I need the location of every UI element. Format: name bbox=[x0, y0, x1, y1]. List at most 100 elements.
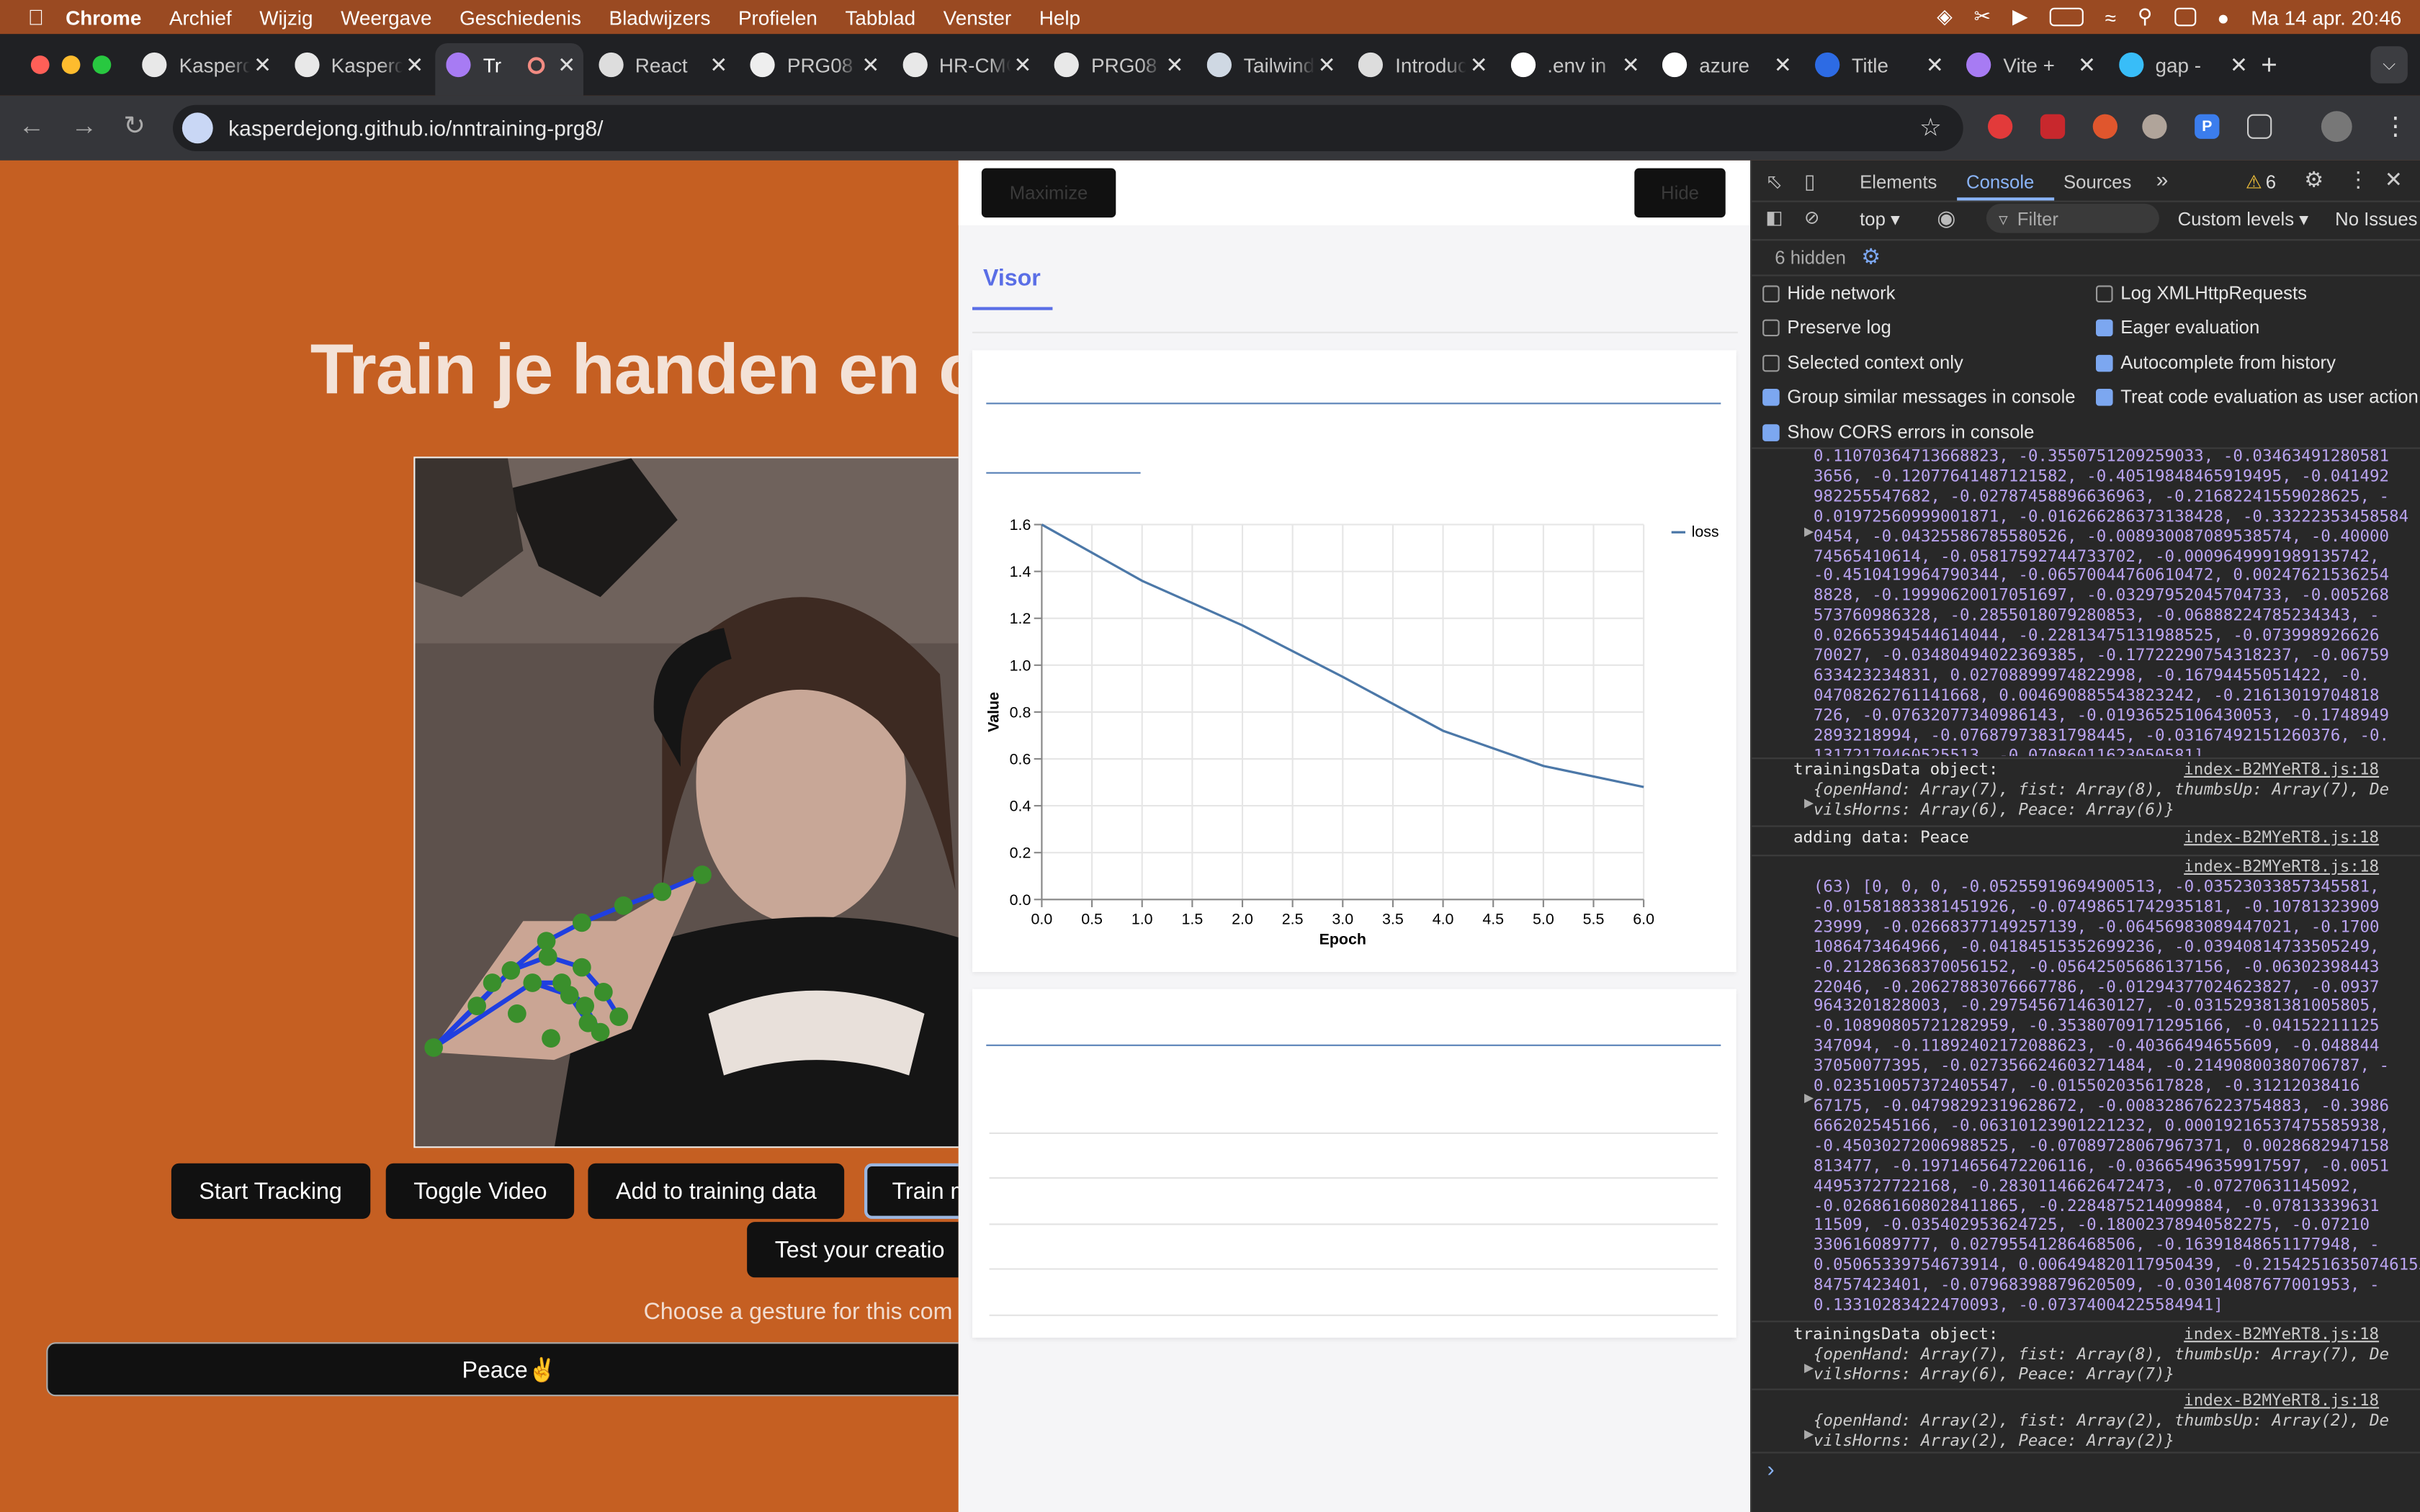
clock-datetime[interactable]: Ma 14 apr. 20:46 bbox=[2251, 6, 2401, 29]
tab-14[interactable]: gap - ✕ bbox=[2118, 46, 2248, 83]
status-app-icon[interactable]: ◈ bbox=[1937, 4, 1952, 29]
tab-close-icon[interactable]: ✕ bbox=[1926, 52, 1944, 78]
close-devtools-icon[interactable]: ✕ bbox=[2385, 166, 2403, 192]
devtools-settings-icon[interactable]: ⚙ bbox=[2304, 166, 2323, 192]
tab-12[interactable]: Title ✕ bbox=[1814, 46, 1944, 83]
tab-close-icon[interactable]: ✕ bbox=[1013, 52, 1031, 78]
close-window-icon[interactable] bbox=[30, 55, 50, 74]
extension-p-icon[interactable]: P bbox=[2195, 114, 2220, 139]
console-source-link[interactable]: index-B2MYeRT8.js:18 bbox=[2184, 829, 2379, 847]
console-log-array[interactable]: (63) [0, 0, 0, -0.05255919694900513, -0.… bbox=[1814, 878, 2420, 1319]
bookmark-star-icon[interactable]: ☆ bbox=[1919, 112, 1942, 143]
more-tabs-icon[interactable]: » bbox=[2156, 166, 2169, 191]
train-model-button[interactable]: Train m bbox=[864, 1163, 959, 1219]
console-log-array[interactable]: 0.11070364713668823, -0.3550751209259033… bbox=[1814, 447, 2408, 756]
tab-close-icon[interactable]: ✕ bbox=[254, 52, 272, 78]
menu-item-archief[interactable]: Archief bbox=[169, 6, 232, 29]
preserve-log-checkbox[interactable] bbox=[1762, 319, 1780, 337]
menu-item-venster[interactable]: Venster bbox=[944, 6, 1011, 29]
toggle-video-button[interactable]: Toggle Video bbox=[385, 1163, 575, 1219]
menu-item-bladwijzers[interactable]: Bladwijzers bbox=[609, 6, 710, 29]
tab-3[interactable]: Tr ✕ bbox=[446, 46, 575, 83]
site-info-icon[interactable] bbox=[182, 112, 213, 144]
menu-item-weergave[interactable]: Weergave bbox=[341, 6, 431, 29]
tab-13[interactable]: Vite + ✕ bbox=[1966, 46, 2096, 83]
console-settings-gear-icon[interactable]: ⚙ bbox=[1861, 244, 1881, 270]
devtools-menu-icon[interactable]: ⋮ bbox=[2347, 166, 2369, 192]
start-tracking-button[interactable]: Start Tracking bbox=[171, 1163, 370, 1219]
control-center-icon[interactable] bbox=[2174, 7, 2196, 27]
tab-6[interactable]: HR-CMGT✕ bbox=[902, 46, 1032, 83]
minimize-window-icon[interactable] bbox=[61, 55, 81, 74]
console-object-preview[interactable]: {openHand: Array(7), fist: Array(8), thu… bbox=[1814, 1346, 2389, 1385]
group-similar-checkbox[interactable] bbox=[1762, 389, 1780, 406]
wifi-icon[interactable]: ≈ bbox=[2105, 6, 2116, 29]
menu-item-help[interactable]: Help bbox=[1039, 6, 1080, 29]
forward-icon[interactable]: → bbox=[71, 111, 97, 142]
clear-console-icon[interactable]: ⊘ bbox=[1804, 207, 1820, 228]
eager-evaluation-checkbox[interactable] bbox=[2096, 319, 2113, 337]
console-source-link[interactable]: index-B2MYeRT8.js:18 bbox=[2184, 1392, 2379, 1410]
tab-9[interactable]: Introduction✕ bbox=[1358, 46, 1488, 83]
tab-close-icon[interactable]: ✕ bbox=[1165, 52, 1183, 78]
expand-arrow-icon[interactable]: ▶ bbox=[1804, 1427, 1814, 1441]
new-tab-icon[interactable]: + bbox=[2261, 50, 2277, 82]
tab-close-icon[interactable]: ✕ bbox=[1774, 52, 1792, 78]
extension-stack-icon[interactable] bbox=[2092, 114, 2118, 139]
extension-adblock-icon[interactable] bbox=[1988, 114, 2013, 139]
tab-close-icon[interactable]: ✕ bbox=[709, 52, 727, 78]
selected-context-checkbox[interactable] bbox=[1762, 354, 1780, 372]
expand-arrow-icon[interactable]: ▶ bbox=[1804, 1091, 1814, 1104]
reload-icon[interactable]: ↻ bbox=[123, 111, 145, 142]
console-prompt[interactable]: › bbox=[1767, 1457, 1775, 1481]
zoom-window-icon[interactable] bbox=[92, 55, 112, 74]
warning-count[interactable]: 6 bbox=[2266, 171, 2276, 193]
tab-close-icon[interactable]: ✕ bbox=[1622, 52, 1640, 78]
device-toolbar-icon[interactable]: ▯ bbox=[1804, 170, 1815, 194]
context-selector[interactable]: top ▾ bbox=[1860, 208, 1900, 230]
hide-button[interactable]: Hide bbox=[1634, 168, 1726, 218]
tab-elements[interactable]: Elements bbox=[1860, 171, 1937, 193]
expand-arrow-icon[interactable]: ▶ bbox=[1804, 796, 1814, 810]
battery-icon[interactable] bbox=[2049, 7, 2084, 27]
tab-5[interactable]: PRG08 ✕ bbox=[750, 46, 879, 83]
tab-close-icon[interactable]: ✕ bbox=[405, 52, 424, 78]
tab-close-icon[interactable]: ✕ bbox=[1317, 52, 1335, 78]
warning-icon[interactable]: ⚠ bbox=[2246, 171, 2262, 193]
test-creation-button[interactable]: Test your creatio bbox=[747, 1222, 959, 1278]
spotlight-search-icon[interactable]: ⚲ bbox=[2138, 4, 2152, 29]
tab-visor[interactable]: Visor bbox=[983, 266, 1041, 292]
extension-face-icon[interactable] bbox=[2142, 114, 2167, 139]
treat-code-evaluation-checkbox[interactable] bbox=[2096, 389, 2113, 406]
cors-errors-checkbox[interactable] bbox=[1762, 424, 1780, 441]
tab-console[interactable]: Console bbox=[1966, 171, 2034, 193]
hide-network-checkbox[interactable] bbox=[1762, 285, 1780, 302]
tab-2[interactable]: Kasperdejong✕ bbox=[294, 46, 424, 83]
tab-close-icon[interactable]: ✕ bbox=[2230, 52, 2248, 78]
expand-arrow-icon[interactable]: ▶ bbox=[1804, 525, 1814, 539]
console-object-preview[interactable]: {openHand: Array(7), fist: Array(8), thu… bbox=[1814, 780, 2389, 820]
tab-close-icon[interactable]: ✕ bbox=[1470, 52, 1488, 78]
console-source-link[interactable]: index-B2MYeRT8.js:18 bbox=[2184, 760, 2379, 779]
log-levels-dropdown[interactable]: Custom levels ▾ bbox=[2178, 208, 2309, 230]
extension-box-icon[interactable] bbox=[2040, 114, 2066, 139]
tab-4[interactable]: React ✕ bbox=[598, 46, 727, 83]
tab-search-icon[interactable]: ⌵ bbox=[2370, 46, 2408, 84]
menu-item-wijzig[interactable]: Wijzig bbox=[259, 6, 313, 29]
tab-8[interactable]: Tailwind ✕ bbox=[1206, 46, 1336, 83]
gesture-select[interactable]: Peace✌ bbox=[46, 1342, 959, 1397]
tab-close-icon[interactable]: ✕ bbox=[557, 52, 575, 78]
tab-10[interactable]: .env in ✕ bbox=[1510, 46, 1640, 83]
expand-arrow-icon[interactable]: ▶ bbox=[1804, 1361, 1814, 1374]
tab-sources[interactable]: Sources bbox=[2063, 171, 2131, 193]
maximize-button[interactable]: Maximize bbox=[981, 168, 1116, 218]
tab-close-icon[interactable]: ✕ bbox=[2078, 52, 2096, 78]
menu-item-geschiedenis[interactable]: Geschiedenis bbox=[460, 6, 581, 29]
status-scissors-icon[interactable]: ✂ bbox=[1974, 4, 1991, 29]
menu-item-tabblad[interactable]: Tabblad bbox=[845, 6, 915, 29]
back-icon[interactable]: ← bbox=[19, 111, 45, 142]
profile-avatar[interactable] bbox=[2321, 111, 2352, 143]
sidebar-toggle-icon[interactable]: ◧ bbox=[1765, 207, 1783, 228]
tab-close-icon[interactable]: ✕ bbox=[861, 52, 879, 78]
console-source-link[interactable]: index-B2MYeRT8.js:18 bbox=[2184, 1326, 2379, 1344]
